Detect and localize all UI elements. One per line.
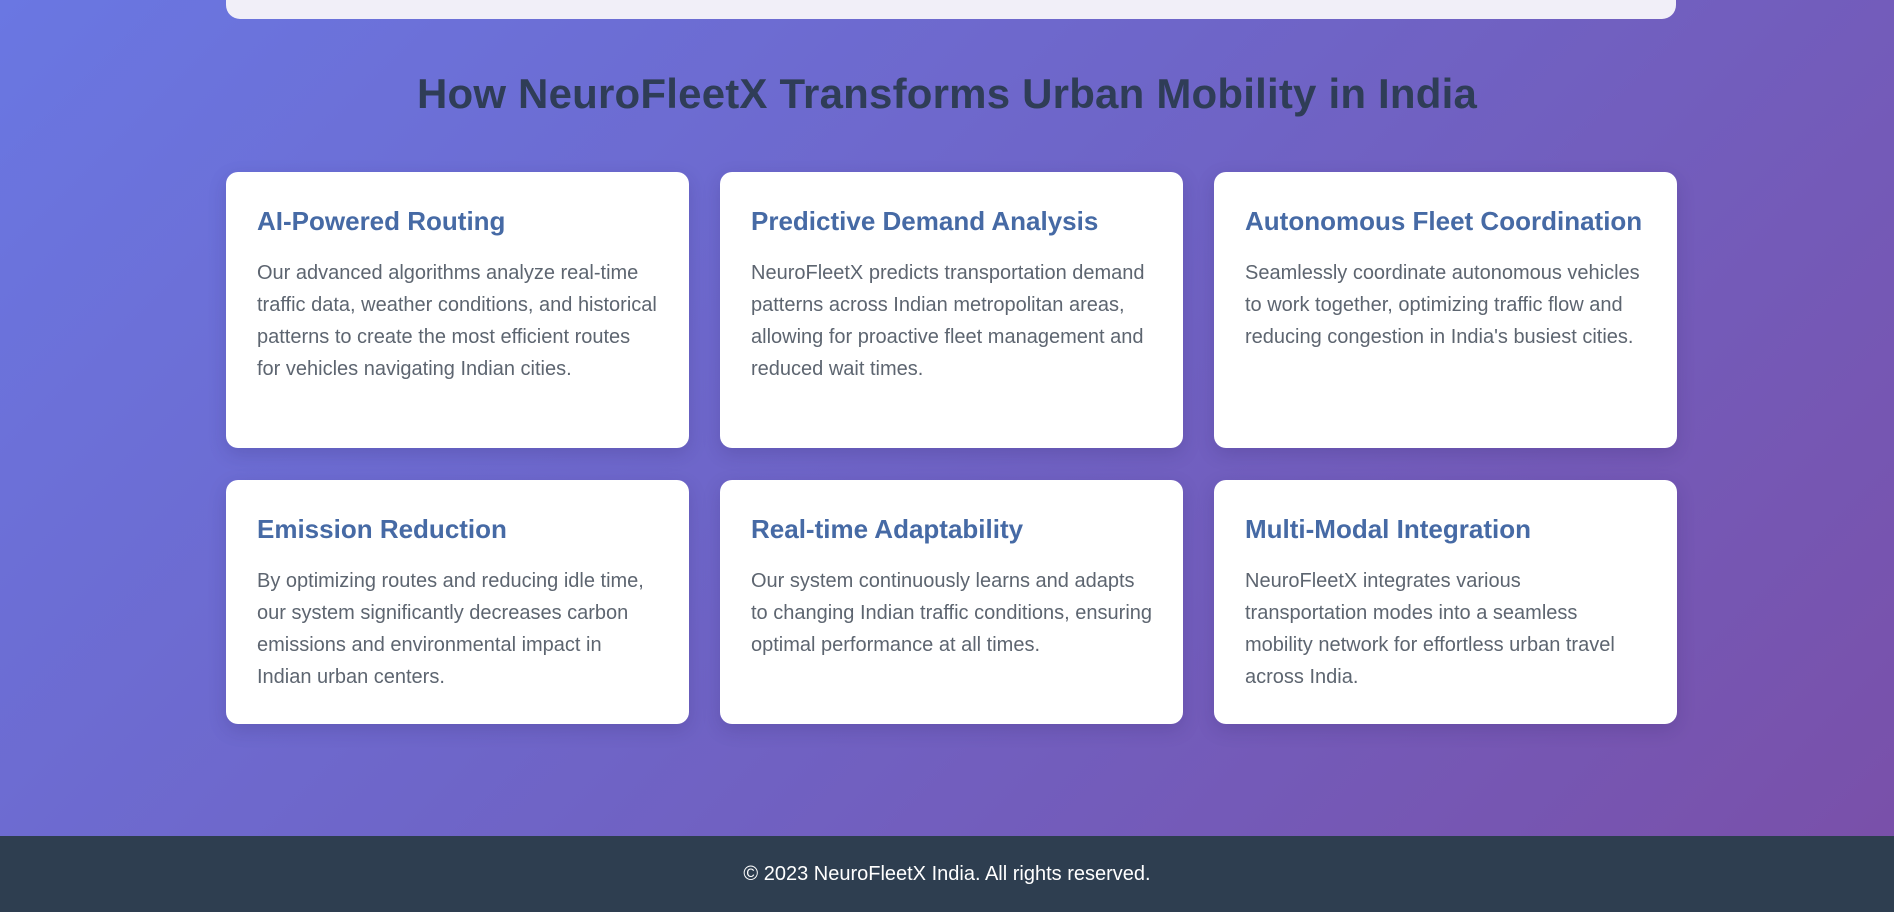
feature-title: AI-Powered Routing <box>257 206 506 236</box>
feature-card-demand-analysis: Predictive Demand Analysis NeuroFleetX p… <box>720 172 1183 448</box>
feature-card-ai-routing: AI-Powered Routing Our advanced algorith… <box>226 172 689 448</box>
feature-description: Our advanced algorithms analyze real-tim… <box>257 261 657 380</box>
feature-description: Our system continuously learns and adapt… <box>751 569 1153 656</box>
previous-section-card <box>226 0 1676 19</box>
feature-description: NeuroFleetX integrates various transport… <box>1245 569 1615 688</box>
feature-card-emission-reduction: Emission Reduction By optimizing routes … <box>226 480 689 724</box>
footer-copyright: © 2023 NeuroFleetX India. All rights res… <box>743 862 1151 885</box>
feature-card-fleet-coordination: Autonomous Fleet Coordination Seamlessly… <box>1214 172 1677 448</box>
feature-description: Seamlessly coordinate autonomous vehicle… <box>1245 261 1640 348</box>
section-title: How NeuroFleetX Transforms Urban Mobilit… <box>416 70 1478 117</box>
feature-card-realtime-adaptability: Real-time Adaptability Our system contin… <box>720 480 1183 724</box>
feature-title: Real-time Adaptability <box>751 514 1024 544</box>
site-footer: © 2023 NeuroFleetX India. All rights res… <box>0 836 1894 912</box>
features-grid: AI-Powered Routing Our advanced algorith… <box>226 172 1677 724</box>
feature-card-multimodal-integration: Multi-Modal Integration NeuroFleetX inte… <box>1214 480 1677 724</box>
feature-title: Autonomous Fleet Coordination <box>1245 206 1643 236</box>
feature-title: Emission Reduction <box>257 514 507 544</box>
feature-description: NeuroFleetX predicts transportation dema… <box>751 261 1145 380</box>
feature-title: Predictive Demand Analysis <box>751 206 1099 236</box>
feature-title: Multi-Modal Integration <box>1245 514 1531 544</box>
feature-description: By optimizing routes and reducing idle t… <box>257 569 644 688</box>
